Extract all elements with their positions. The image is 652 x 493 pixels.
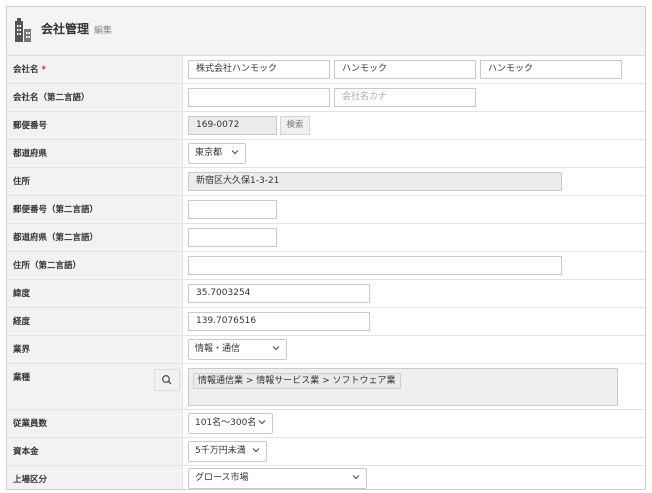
- row-business-type: 業種 情報通信業 > 情報サービス業 > ソフトウェア業: [7, 364, 645, 410]
- row-postal-code: 郵便番号 169-0072 検索: [7, 112, 645, 140]
- company-name-alt-input[interactable]: [188, 88, 330, 107]
- capital-value: 5千万円未満: [195, 446, 246, 456]
- longitude-label: 経度: [13, 317, 31, 327]
- company-name-label: 会社名: [13, 65, 39, 75]
- company-name-input[interactable]: 株式会社ハンモック: [188, 60, 330, 79]
- longitude-input[interactable]: 139.7076516: [188, 312, 370, 331]
- capital-label: 資本金: [13, 447, 39, 457]
- industry-value: 情報・通信: [195, 344, 241, 354]
- industry-label: 業界: [13, 345, 31, 355]
- business-type-label: 業種: [13, 373, 31, 383]
- postal-code-label: 郵便番号: [13, 121, 48, 131]
- row-listing: 上場区分 グロース市場: [7, 466, 645, 489]
- capital-select[interactable]: 5千万円未満: [188, 441, 267, 462]
- latitude-label: 緯度: [13, 289, 31, 299]
- listing-select[interactable]: グロース市場: [188, 468, 367, 489]
- employees-select[interactable]: 101名〜300名: [188, 413, 273, 434]
- row-postal-code-alt: 郵便番号（第二言語）: [7, 196, 645, 224]
- company-name-kana-input[interactable]: 会社名カナ: [334, 88, 476, 107]
- listing-label: 上場区分: [13, 475, 48, 485]
- row-employees: 従業員数 101名〜300名: [7, 410, 645, 438]
- page-header: 会社管理 編集: [7, 7, 645, 56]
- employees-value: 101名〜300名: [195, 418, 257, 428]
- business-type-search-button[interactable]: [154, 369, 180, 391]
- business-type-tag[interactable]: 情報通信業 > 情報サービス業 > ソフトウェア業: [193, 373, 401, 389]
- row-prefecture: 都道府県 東京都: [7, 140, 645, 168]
- required-mark: *: [41, 65, 46, 75]
- chevron-down-icon: [252, 448, 260, 453]
- prefecture-value: 東京都: [195, 148, 223, 158]
- chevron-down-icon: [231, 150, 239, 155]
- row-company-name-alt: 会社名（第二言語） 会社名カナ: [7, 84, 645, 112]
- prefecture-alt-label: 都道府県（第二言語）: [13, 233, 99, 243]
- address-alt-input[interactable]: [188, 256, 562, 275]
- postal-code-alt-input[interactable]: [188, 200, 277, 219]
- row-longitude: 経度 139.7076516: [7, 308, 645, 336]
- row-company-name: 会社名 * 株式会社ハンモック ハンモック ハンモック: [7, 56, 645, 84]
- row-latitude: 緯度 35.7003254: [7, 280, 645, 308]
- postal-search-button[interactable]: 検索: [280, 116, 310, 135]
- business-type-box[interactable]: 情報通信業 > 情報サービス業 > ソフトウェア業: [188, 368, 618, 406]
- industry-select[interactable]: 情報・通信: [188, 339, 287, 360]
- chevron-down-icon: [352, 475, 360, 480]
- address-input[interactable]: 新宿区大久保1-3-21: [188, 172, 562, 191]
- latitude-input[interactable]: 35.7003254: [188, 284, 370, 303]
- row-address: 住所 新宿区大久保1-3-21: [7, 168, 645, 196]
- company-name-alias-input[interactable]: ハンモック: [480, 60, 622, 79]
- row-capital: 資本金 5千万円未満: [7, 438, 645, 466]
- company-name-short-input[interactable]: ハンモック: [334, 60, 476, 79]
- row-industry: 業界 情報・通信: [7, 336, 645, 364]
- address-label: 住所: [13, 177, 31, 187]
- page-subtitle: 編集: [94, 26, 113, 36]
- kana-placeholder: 会社名カナ: [342, 92, 388, 102]
- listing-value: グロース市場: [195, 473, 249, 483]
- building-icon: [15, 18, 31, 42]
- row-prefecture-alt: 都道府県（第二言語）: [7, 224, 645, 252]
- search-icon: [162, 375, 172, 385]
- prefecture-label: 都道府県: [13, 149, 48, 159]
- postal-code-alt-label: 郵便番号（第二言語）: [13, 205, 99, 215]
- company-name-alt-label: 会社名（第二言語）: [13, 93, 90, 103]
- chevron-down-icon: [272, 346, 280, 351]
- address-alt-label: 住所（第二言語）: [13, 261, 82, 271]
- prefecture-alt-input[interactable]: [188, 228, 277, 247]
- chevron-down-icon: [258, 420, 266, 425]
- company-edit-panel: 会社管理 編集 会社名 * 株式会社ハンモック ハンモック ハンモック 会社名（第…: [6, 6, 646, 490]
- row-address-alt: 住所（第二言語）: [7, 252, 645, 280]
- page-title: 会社管理: [41, 22, 90, 36]
- employees-label: 従業員数: [13, 419, 48, 429]
- postal-code-input[interactable]: 169-0072: [188, 116, 277, 135]
- prefecture-select[interactable]: 東京都: [188, 143, 246, 164]
